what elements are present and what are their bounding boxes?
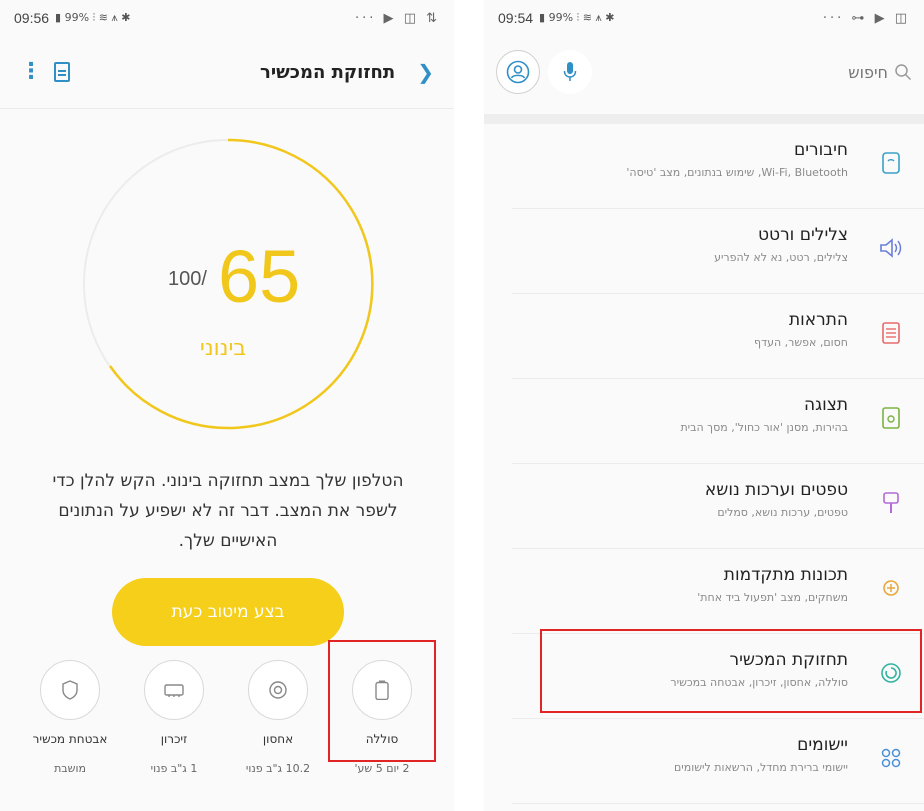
notification-icons: ··· ▶ ◫ ⇅ xyxy=(355,10,440,26)
status-time: 09:54 xyxy=(498,10,534,26)
settings-item-texts: התראות חסום, אפשר, העדף xyxy=(754,310,848,349)
voice-search-button[interactable] xyxy=(548,50,592,94)
settings-item-texts: טפטים וערכות נושא טפטים, ערכות נושא, סמל… xyxy=(705,480,848,519)
optimize-now-button[interactable]: בצע מיטוב כעת xyxy=(112,578,344,646)
sound-icon xyxy=(876,233,906,263)
status-time: 09:56 xyxy=(14,10,50,26)
settings-item-display[interactable]: תצוגה בהירות, מסנן 'אור כחול', מסך הבית xyxy=(512,379,924,464)
status-bar: 09:54 ▮ 99% ⫶ ≋ ⩚ ✱ ··· ⊶ ▶ ◫ xyxy=(484,0,924,36)
screenshot-gap xyxy=(454,0,484,811)
settings-item-description: חסום, אפשר, העדף xyxy=(754,336,848,349)
tile-security[interactable]: אבטחת מכשיר מושבת xyxy=(18,660,122,775)
advanced-features-icon xyxy=(876,573,906,603)
settings-item-apps[interactable]: יישומים יישומי ברירת מחדל, הרשאות לישומי… xyxy=(512,719,924,804)
settings-item-connections[interactable]: חיבורים Wi-Fi, Bluetooth, שימוש בנתונים,… xyxy=(512,124,924,209)
mic-icon xyxy=(563,62,577,81)
settings-item-title: חיבורים xyxy=(793,140,848,160)
tile-storage-button[interactable] xyxy=(248,660,308,720)
settings-item-wallpapers[interactable]: טפטים וערכות נושא טפטים, ערכות נושא, סמל… xyxy=(512,464,924,549)
settings-item-texts: צלילים ורטט צלילים, רטט, נא לא להפריע xyxy=(714,225,848,264)
settings-item-description: צלילים, רטט, נא לא להפריע xyxy=(714,251,848,264)
tile-label: זיכרון xyxy=(160,732,188,746)
settings-item-advanced-features[interactable]: תכונות מתקדמות משחקים, מצב 'תפעול ביד אח… xyxy=(512,549,924,634)
tile-subtext: 10.2 ג"ב פנוי xyxy=(245,762,311,775)
notification-icons: ··· ⊶ ▶ ◫ xyxy=(822,10,910,26)
settings-item-description: טפטים, ערכות נושא, סמלים xyxy=(717,506,848,519)
search-icon xyxy=(895,64,912,81)
settings-item-sounds[interactable]: צלילים ורטט צלילים, רטט, נא לא להפריע xyxy=(512,209,924,294)
status-description: הטלפון שלך במצב תחזוקה בינוני. הקש להלן … xyxy=(52,471,404,551)
memory-icon xyxy=(164,684,184,697)
tile-security-button[interactable] xyxy=(40,660,100,720)
app-header: ⋮ תחזוקת המכשיר ❯ xyxy=(0,44,454,100)
tile-memory[interactable]: זיכרון 1 ג"ב פנוי xyxy=(122,660,226,775)
settings-screen: 09:54 ▮ 99% ⫶ ≋ ⩚ ✱ ··· ⊶ ▶ ◫ חיפוש חיבו… xyxy=(484,0,924,811)
status-icons: ▮ 99% ⫶ ≋ ⩚ ✱ xyxy=(539,11,615,24)
device-care-highlight-box xyxy=(540,629,922,713)
divider xyxy=(0,108,454,109)
tile-label: אחסון xyxy=(262,732,294,746)
notifications-icon xyxy=(876,318,906,348)
tile-label: אבטחת מכשיר xyxy=(32,732,108,746)
section-separator xyxy=(484,114,924,124)
connections-icon xyxy=(876,148,906,178)
settings-item-title: התראות xyxy=(788,310,848,330)
settings-item-texts: תכונות מתקדמות משחקים, מצב 'תפעול ביד אח… xyxy=(697,565,848,604)
settings-item-description: משחקים, מצב 'תפעול ביד אחת' xyxy=(697,591,848,604)
score-status: בינוני xyxy=(199,336,247,361)
settings-item-title: תצוגה xyxy=(803,395,848,415)
wallpaper-icon xyxy=(876,488,906,518)
settings-item-description: יישומי ברירת מחדל, הרשאות לישומים xyxy=(673,761,848,774)
tile-storage[interactable]: אחסון 10.2 ג"ב פנוי xyxy=(226,660,330,775)
account-button[interactable] xyxy=(496,50,540,94)
settings-item-description: Wi-Fi, Bluetooth, שימוש בנתונים, מצב 'טי… xyxy=(626,166,848,179)
search-bar xyxy=(484,42,924,102)
account-icon xyxy=(506,60,530,84)
tile-subtext: מושבת xyxy=(54,762,86,775)
settings-item-notifications[interactable]: התראות חסום, אפשר, העדף xyxy=(512,294,924,379)
settings-item-texts: חיבורים Wi-Fi, Bluetooth, שימוש בנתונים,… xyxy=(626,140,848,179)
apps-icon xyxy=(876,743,906,773)
settings-item-title: טפטים וערכות נושא xyxy=(704,480,848,500)
settings-item-title: צלילים ורטט xyxy=(758,225,848,245)
score-value: 65 xyxy=(218,235,301,318)
document-icon[interactable] xyxy=(54,62,70,82)
settings-item-description: בהירות, מסנן 'אור כחול', מסך הבית xyxy=(680,421,848,434)
status-icons: ▮ 99% ⫶ ≋ ⩚ ✱ xyxy=(55,11,131,24)
settings-item-title: יישומים xyxy=(797,735,848,755)
settings-item-texts: תצוגה בהירות, מסנן 'אור כחול', מסך הבית xyxy=(680,395,848,434)
storage-icon xyxy=(269,681,287,699)
settings-item-title: תכונות מתקדמות xyxy=(723,565,848,585)
score-max: 100/ xyxy=(168,268,207,290)
status-bar: 09:56 ▮ 99% ⫶ ≋ ⩚ ✱ ··· ▶ ◫ ⇅ xyxy=(0,0,454,36)
page-title: תחזוקת המכשיר xyxy=(259,61,396,83)
tile-memory-button[interactable] xyxy=(144,660,204,720)
tile-subtext: 2 יום 5 שע' xyxy=(354,762,410,775)
settings-item-texts: יישומים יישומי ברירת מחדל, הרשאות לישומי… xyxy=(674,735,848,774)
more-vert-icon[interactable]: ⋮ xyxy=(20,61,42,83)
battery-highlight-box xyxy=(328,640,436,762)
device-care-screen: 09:56 ▮ 99% ⫶ ≋ ⩚ ✱ ··· ▶ ◫ ⇅ ⋮ תחזוקת ה… xyxy=(0,0,454,811)
search-input[interactable] xyxy=(768,54,888,90)
display-icon xyxy=(876,403,906,433)
chevron-right-icon[interactable]: ❯ xyxy=(417,60,434,84)
tile-subtext: 1 ג"ב פנוי xyxy=(150,762,198,775)
shield-icon xyxy=(62,680,78,700)
